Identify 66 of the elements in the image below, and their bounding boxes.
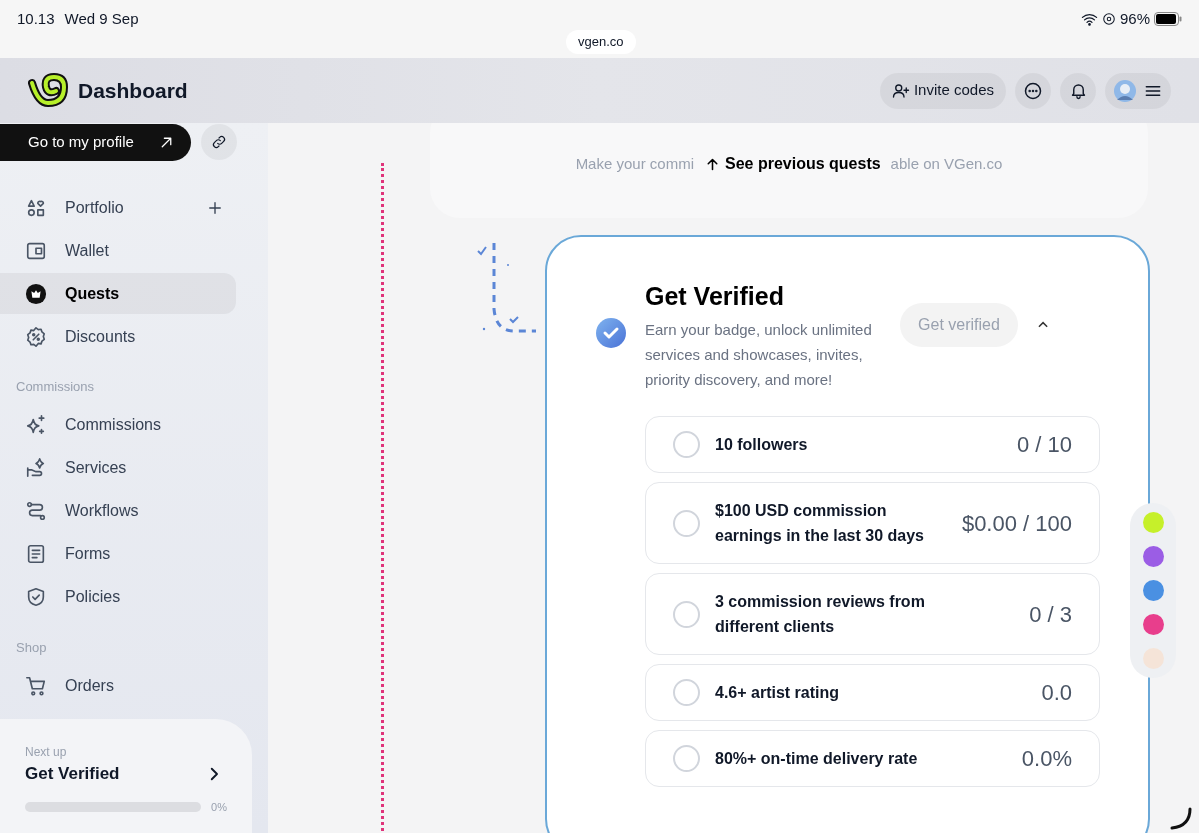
crown-icon (25, 282, 47, 305)
sidebar-item[interactable]: Orders (0, 665, 236, 706)
task-progress: 0.0 (1041, 679, 1072, 707)
go-to-profile-button[interactable]: Go to my profile (0, 123, 191, 161)
task-label: 10 followers (715, 435, 809, 455)
hand-sparkle-icon (25, 457, 47, 479)
next-up-label: Next up (25, 744, 68, 761)
corner-arc-icon (1168, 806, 1194, 832)
section-heading: Shop (15, 638, 48, 657)
faded-text: able on VGen.co (890, 153, 1003, 174)
avatar-icon (1113, 78, 1137, 103)
next-up-title: Get Verified (25, 763, 120, 785)
task-progress: 0 / 3 (1029, 600, 1072, 629)
logo-icon[interactable] (28, 72, 70, 109)
verified-check-icon (595, 317, 627, 349)
task-progress: $0.00 / 100 (961, 509, 1072, 538)
sidebar-item[interactable]: Discounts (0, 316, 236, 357)
url-bar[interactable]: vgen.co (566, 30, 636, 54)
add-user-icon (891, 81, 910, 100)
link-icon (211, 134, 227, 150)
sidebar-item[interactable]: Quests (0, 273, 236, 314)
notifications-button[interactable] (1060, 72, 1096, 109)
faded-text: Make your commi (575, 153, 694, 174)
sidebar-item[interactable]: Portfolio (0, 187, 236, 228)
task-checkbox[interactable] (673, 431, 700, 458)
battery-percentage: 96% (1119, 9, 1150, 29)
task-checkbox[interactable] (673, 745, 700, 772)
see-previous-quests-button[interactable]: See previous quests (704, 152, 881, 176)
quest-badge-icon[interactable] (1142, 614, 1164, 635)
sidebar-item[interactable]: Forms (0, 533, 236, 575)
task-progress: 0 / 10 (1016, 431, 1072, 459)
task-checkbox[interactable] (673, 509, 700, 537)
sparkles-icon (25, 414, 47, 436)
page-title: Dashboard (78, 77, 188, 104)
battery-icon (1154, 12, 1182, 27)
workflow-icon (25, 500, 47, 522)
shield-check-icon (25, 586, 47, 608)
sidebar-item[interactable]: Commissions (0, 404, 236, 446)
sidebar-item[interactable]: Wallet (0, 230, 236, 271)
messages-button[interactable] (1015, 72, 1051, 109)
task-label: 3 commission reviews from different clients (715, 592, 926, 637)
chat-icon (1023, 80, 1043, 101)
task-label: 80%+ on-time delivery rate (715, 749, 919, 769)
sidebar-item[interactable]: Services (0, 447, 236, 489)
quest-badge-icon[interactable] (1142, 580, 1164, 601)
task-checkbox[interactable] (673, 679, 700, 706)
status-date: Wed 9 Sep (64, 9, 139, 29)
sidebar-item[interactable]: Policies (0, 576, 236, 618)
task-checkbox[interactable] (673, 600, 700, 628)
task-label: 4.6+ artist rating (715, 683, 841, 703)
discount-badge-icon (25, 325, 47, 348)
quest-title: Get Verified (645, 281, 785, 311)
account-menu-button[interactable] (1105, 72, 1171, 109)
quest-badge-icon[interactable] (1142, 546, 1164, 567)
quest-description: Earn your badge, unlock unlimited services and showcases, invites, priority discovery, and more! (645, 320, 873, 390)
cart-icon (25, 674, 47, 697)
status-time: 10.13 (17, 9, 55, 29)
sidebar-item[interactable]: Workflows (0, 490, 236, 532)
invite-codes-button[interactable]: Invite codes (879, 72, 1006, 109)
next-up-panel[interactable]: Next up Get Verified 0% (0, 719, 252, 833)
task-label: $100 USD commission earnings in the last 30 days (715, 501, 925, 546)
section-heading: Commissions (15, 378, 95, 396)
form-icon (25, 543, 47, 565)
progress-reading: 0% (211, 799, 227, 815)
copy-link-button[interactable] (201, 124, 237, 160)
task-progress: 0.0% (1021, 745, 1072, 773)
